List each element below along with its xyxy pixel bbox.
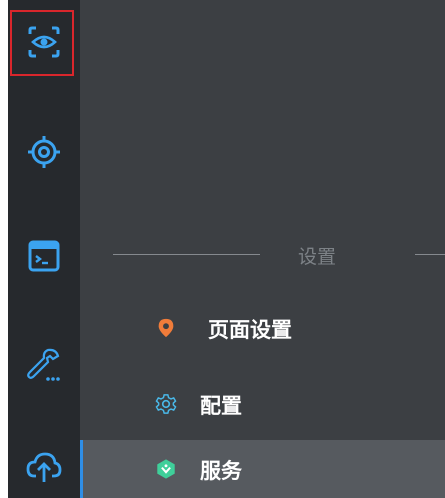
menu-item-config[interactable]: 配置 xyxy=(80,378,445,430)
wrench-more-icon xyxy=(26,346,62,386)
rail-item-tools[interactable] xyxy=(8,330,80,402)
target-icon xyxy=(26,134,62,174)
section-header: 设置 xyxy=(80,240,445,270)
location-pin-icon xyxy=(154,316,178,340)
service-hex-icon xyxy=(154,457,178,481)
section-divider-left xyxy=(113,254,260,255)
cloud-upload-icon xyxy=(26,448,62,488)
menu-item-label: 页面设置 xyxy=(208,318,292,342)
settings-panel: 设置 页面设置 配置 服务 xyxy=(80,0,445,498)
rail-item-terminal[interactable] xyxy=(8,222,80,294)
terminal-icon xyxy=(26,238,62,278)
eye-scan-icon xyxy=(26,24,62,64)
rail-item-target[interactable] xyxy=(8,118,80,190)
menu-item-services[interactable]: 服务 xyxy=(80,440,445,498)
menu-item-page-settings[interactable]: 页面设置 xyxy=(80,302,445,354)
gear-icon xyxy=(154,392,178,416)
icon-rail xyxy=(8,0,80,498)
section-divider-right xyxy=(415,254,445,255)
rail-item-upload[interactable] xyxy=(8,432,80,498)
app-frame: 设置 页面设置 配置 服务 xyxy=(0,0,445,498)
menu-item-label: 配置 xyxy=(200,394,242,418)
section-title: 设置 xyxy=(298,246,337,268)
menu-item-label: 服务 xyxy=(200,459,242,483)
rail-item-view[interactable] xyxy=(8,8,80,80)
